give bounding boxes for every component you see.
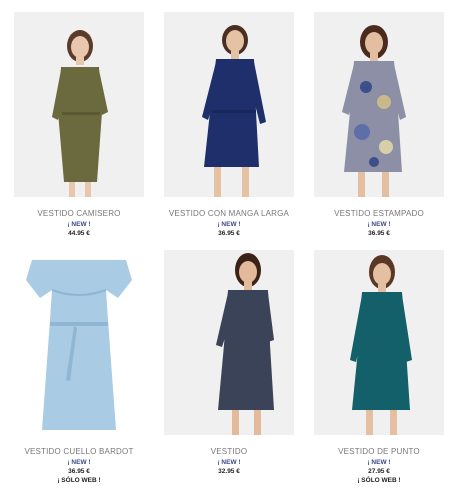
product-photo-graphic [14,250,144,435]
new-badge: ¡ NEW ! [217,221,241,228]
product-price: 32.95 € [218,468,240,475]
product-grid: VESTIDO CAMISERO ¡ NEW ! 44.95 € VESTIDO… [0,0,460,492]
product-card-vestido-de-punto[interactable]: VESTIDO DE PUNTO ¡ NEW ! 27.95 € ¡ SÓLO … [314,250,444,484]
new-badge: ¡ NEW ! [67,221,91,228]
product-price: 36.95 € [68,468,90,475]
product-image[interactable] [164,12,294,197]
new-badge: ¡ NEW ! [217,459,241,466]
product-image[interactable] [14,12,144,197]
product-card-vestido[interactable]: VESTIDO ¡ NEW ! 32.95 € [164,250,294,475]
web-only-badge: ¡ SÓLO WEB ! [357,477,401,484]
product-price: 44.95 € [68,230,90,237]
product-card-vestido-cuello-bardot[interactable]: VESTIDO CUELLO BARDOT ¡ NEW ! 36.95 € ¡ … [14,250,144,484]
product-photo-graphic [314,250,444,435]
product-name[interactable]: VESTIDO CAMISERO [14,209,144,218]
product-photo-graphic [314,12,444,197]
product-name[interactable]: VESTIDO [164,447,294,456]
product-card-vestido-estampado[interactable]: VESTIDO ESTAMPADO ¡ NEW ! 36.95 € [314,12,444,237]
product-image[interactable] [14,250,144,435]
product-image[interactable] [314,250,444,435]
product-price: 36.95 € [368,230,390,237]
product-photo-graphic [164,12,294,197]
web-only-badge: ¡ SÓLO WEB ! [57,477,101,484]
product-name[interactable]: VESTIDO DE PUNTO [314,447,444,456]
product-name[interactable]: VESTIDO CON MANGA LARGA [164,209,294,218]
product-photo-graphic [164,250,294,435]
product-image[interactable] [314,12,444,197]
new-badge: ¡ NEW ! [67,459,91,466]
product-name[interactable]: VESTIDO ESTAMPADO [314,209,444,218]
product-card-vestido-manga-larga[interactable]: VESTIDO CON MANGA LARGA ¡ NEW ! 36.95 € [164,12,294,237]
product-photo-graphic [14,12,144,197]
product-card-vestido-camisero[interactable]: VESTIDO CAMISERO ¡ NEW ! 44.95 € [14,12,144,237]
product-image[interactable] [164,250,294,435]
product-price: 36.95 € [218,230,240,237]
new-badge: ¡ NEW ! [367,221,391,228]
new-badge: ¡ NEW ! [367,459,391,466]
product-name[interactable]: VESTIDO CUELLO BARDOT [14,447,144,456]
product-price: 27.95 € [368,468,390,475]
